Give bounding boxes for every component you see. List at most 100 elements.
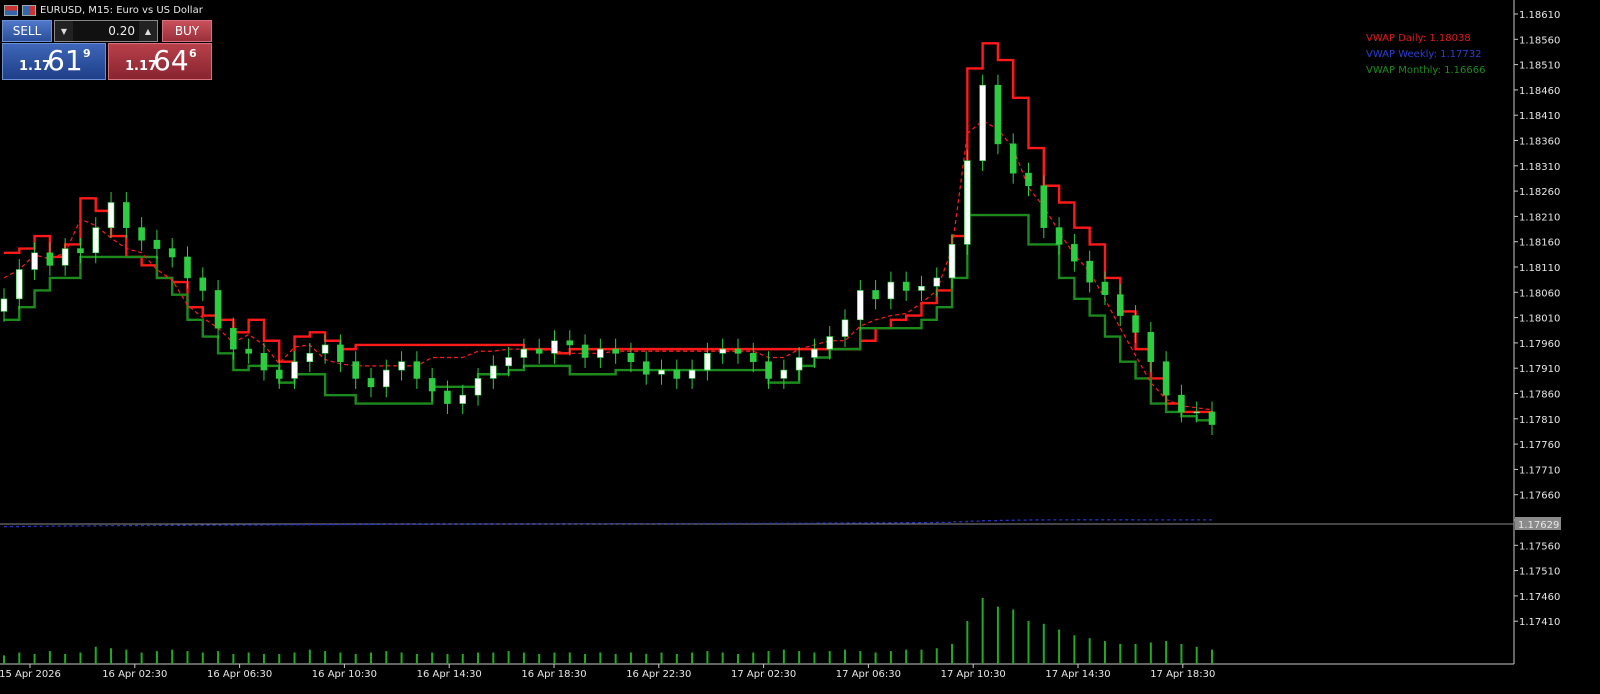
y-tick-label: 1.18360 — [1519, 137, 1560, 148]
candle-body — [658, 369, 665, 375]
volume-bar — [1165, 641, 1168, 664]
candle-body — [704, 353, 711, 371]
volume-bar — [1211, 649, 1213, 664]
buy-price-fraction: 6 — [189, 47, 197, 60]
volume-bar — [308, 649, 311, 664]
lot-increase-icon[interactable]: ▲ — [139, 21, 157, 41]
candle-body — [184, 256, 191, 279]
volume-bar — [369, 652, 372, 664]
y-tick-label: 1.17710 — [1519, 465, 1560, 476]
symbol-title: EURUSD, M15: Euro vs US Dollar — [40, 4, 203, 16]
volume-bar — [415, 653, 418, 664]
volume-bar — [94, 646, 97, 664]
period-icon — [22, 4, 36, 16]
candle-body — [1025, 172, 1032, 187]
candle-body — [1040, 185, 1048, 228]
candle-body — [566, 340, 574, 346]
y-tick-label: 1.17660 — [1519, 491, 1560, 502]
candle-body — [367, 378, 375, 388]
vwap-line-vwap-daily — [4, 42, 1214, 417]
y-tick-label: 1.17760 — [1519, 440, 1560, 451]
candle-body — [1071, 244, 1078, 262]
volume-bar — [507, 651, 510, 664]
volume-bar — [660, 652, 663, 664]
y-tick-label: 1.17560 — [1519, 541, 1560, 552]
candle-body — [260, 353, 268, 371]
volume-bar — [966, 620, 969, 664]
buy-price-button[interactable]: 1.17 64 6 — [108, 43, 212, 80]
candle-body — [413, 361, 421, 379]
volume-bar — [981, 598, 984, 664]
y-tick-label: 1.18560 — [1519, 35, 1560, 46]
y-tick-label: 1.17810 — [1519, 415, 1560, 426]
candle-body — [811, 348, 818, 358]
volume-bar — [18, 652, 21, 664]
candle-body — [749, 353, 757, 362]
volume-bars — [3, 598, 1213, 664]
volume-bar — [767, 651, 770, 664]
candle-body — [1116, 294, 1124, 316]
candle-body — [61, 248, 69, 266]
candle-body — [719, 348, 726, 354]
y-tick-label: 1.18010 — [1519, 314, 1560, 325]
candle-body — [0, 298, 8, 312]
sell-price-button[interactable]: 1.17 61 9 — [2, 43, 106, 80]
x-tick-label: 16 Apr 10:30 — [312, 669, 377, 680]
candle-body — [490, 365, 497, 379]
candle-body — [627, 353, 635, 362]
volume-bar — [889, 651, 892, 664]
volume-bar — [324, 651, 327, 664]
buy-button[interactable]: BUY — [162, 20, 212, 42]
volume-bar — [935, 648, 938, 664]
time-axis[interactable]: 15 Apr 2026 16 Apr 02:30 16 Apr 06:30 16 Ap… — [0, 664, 1215, 680]
price-axis[interactable]: 1.18610 1.18560 1.18510 1.18460 1.18410 1.183… — [1514, 10, 1561, 628]
volume-bar — [706, 651, 709, 664]
symbol-icon — [4, 4, 18, 16]
candle-body — [780, 369, 788, 379]
lot-decrease-icon[interactable]: ▼ — [55, 21, 73, 41]
candle-body — [948, 244, 956, 279]
x-tick-label: 17 Apr 06:30 — [836, 669, 901, 680]
sell-button[interactable]: SELL — [2, 20, 52, 42]
volume-bar — [553, 652, 556, 664]
x-tick-label: 17 Apr 14:30 — [1045, 669, 1110, 680]
candle-body — [199, 277, 207, 291]
volume-bar — [859, 651, 862, 664]
candle-body — [1162, 361, 1170, 396]
candle-body — [1178, 394, 1185, 413]
volume-bar — [64, 653, 67, 664]
x-tick-label: 15 Apr 2026 — [0, 669, 61, 680]
candle-body — [887, 281, 895, 300]
price-chart[interactable]: 1.18610 1.18560 1.18510 1.18460 1.18410 1.183… — [0, 0, 1600, 694]
volume-bar — [584, 653, 587, 664]
volume-bar — [1027, 620, 1030, 664]
volume-bar — [1149, 642, 1152, 664]
candle-body — [168, 248, 176, 258]
x-tick-label: 16 Apr 14:30 — [417, 669, 482, 680]
volume-bar — [155, 651, 158, 664]
volume-bar — [798, 651, 801, 664]
candle-body — [612, 348, 619, 354]
candle-body — [933, 277, 941, 287]
candle-body — [841, 319, 849, 337]
y-tick-label: 1.18310 — [1519, 162, 1560, 173]
candle-body — [1193, 411, 1201, 414]
vwap-line-vwap-monthly — [4, 213, 1212, 422]
volume-bar — [645, 653, 648, 664]
volume-bar — [599, 652, 602, 664]
volume-bar — [461, 653, 464, 664]
y-tick-label: 1.18460 — [1519, 86, 1560, 97]
candle-body — [857, 290, 864, 321]
one-click-trade-panel: SELL ▼ 0.20 ▲ BUY 1.17 61 9 1.17 64 6 — [2, 20, 212, 80]
lot-size-value[interactable]: 0.20 — [73, 24, 139, 38]
legend-vwap-monthly: VWAP Monthly: 1.16666 — [1366, 65, 1486, 76]
lot-size-field[interactable]: ▼ 0.20 ▲ — [54, 20, 158, 42]
candle-body — [1086, 260, 1093, 283]
candle-body — [398, 361, 405, 371]
y-tick-label: 1.18510 — [1519, 61, 1560, 72]
candle-body — [1147, 332, 1155, 362]
volume-bar — [278, 653, 281, 664]
candle-body — [1009, 143, 1017, 174]
volume-bar — [782, 649, 785, 664]
volume-bar — [538, 653, 541, 664]
